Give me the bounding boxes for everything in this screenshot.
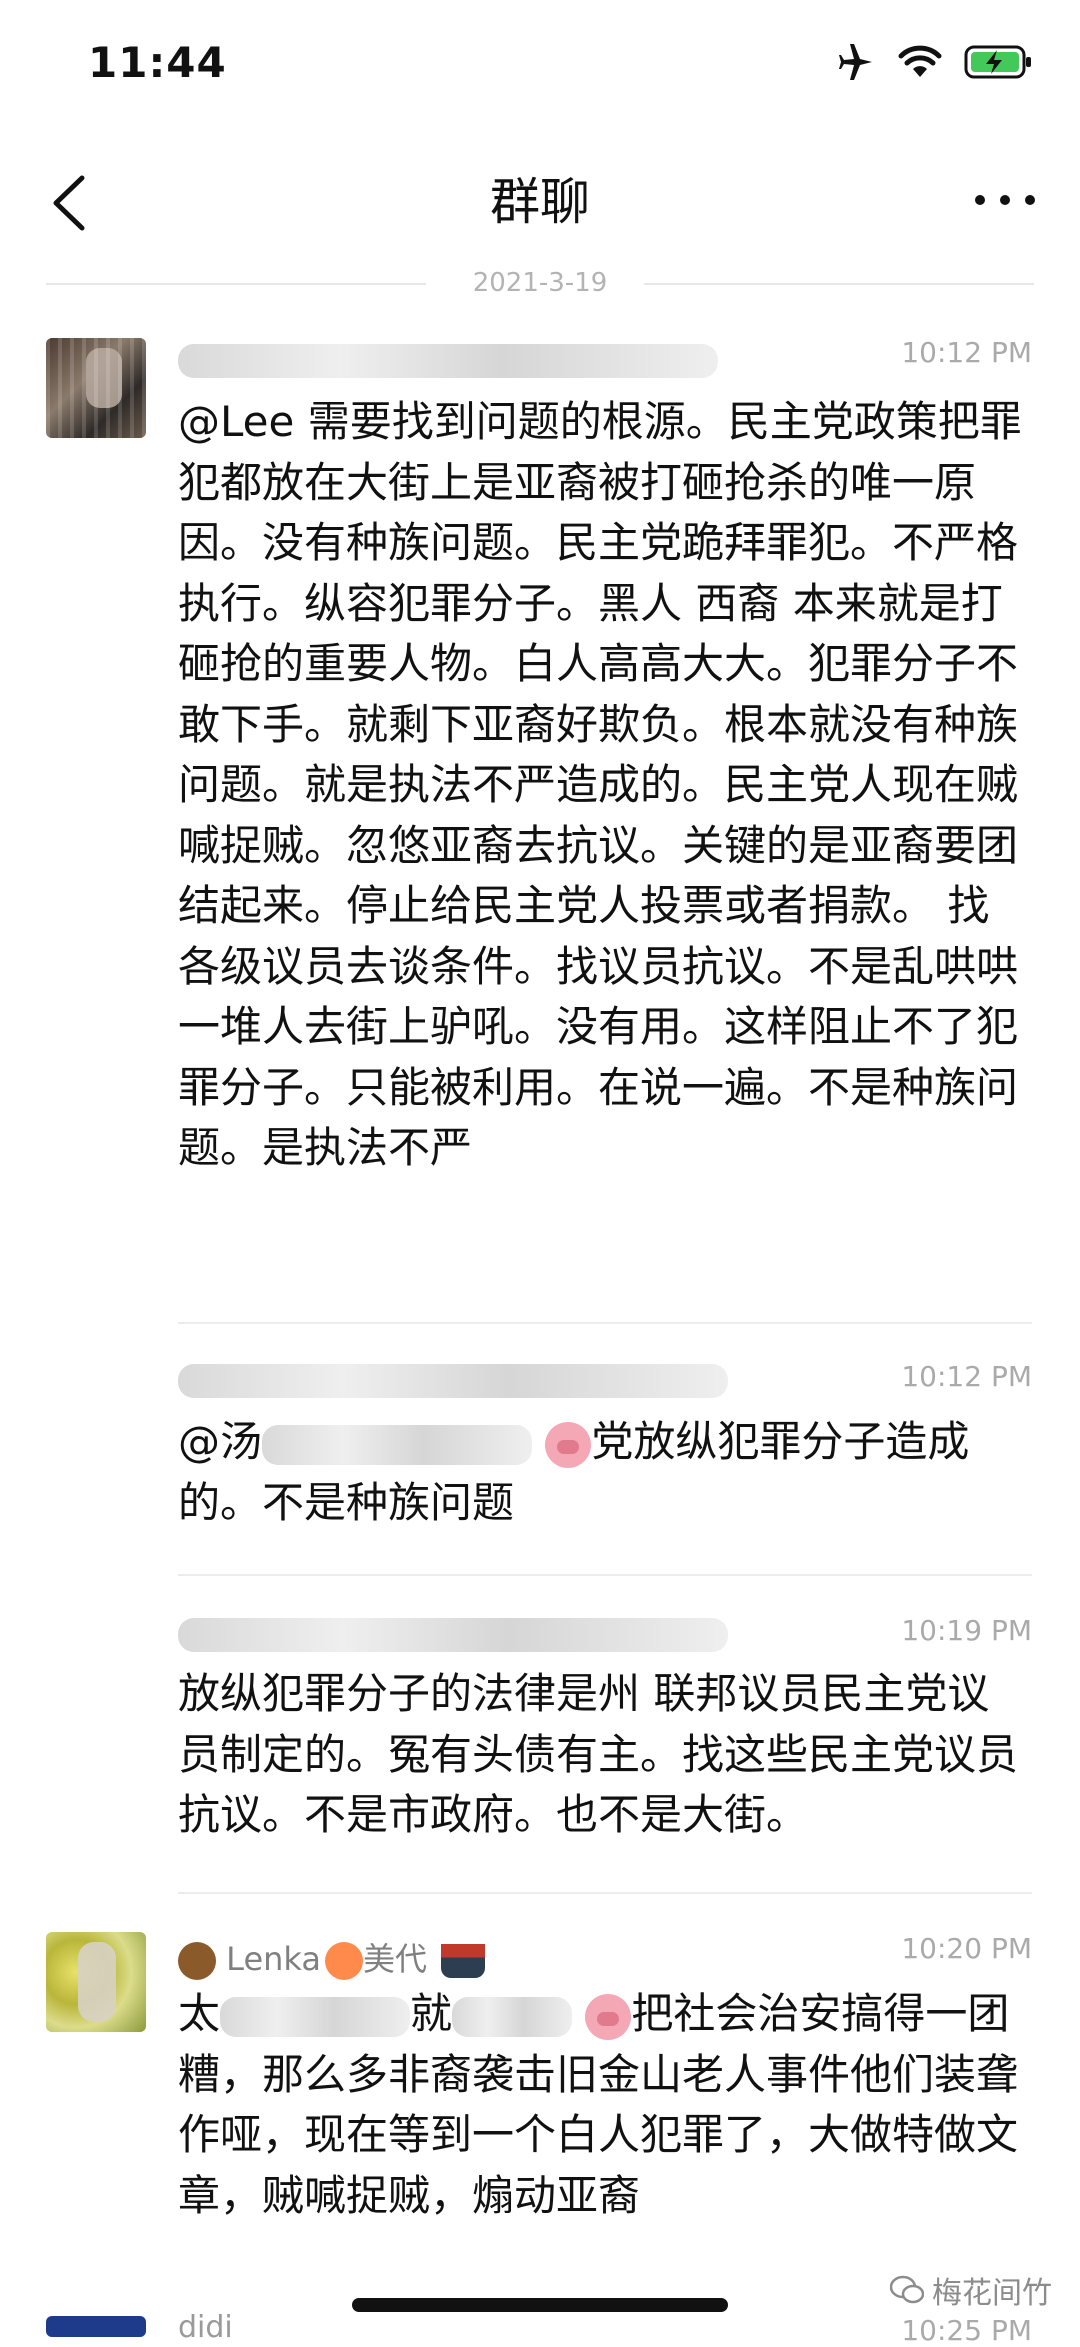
watermark: 梅花间竹 [890,2268,1052,2312]
pig-emoji-snout [597,2011,620,2026]
pig-emoji-snout [557,1439,580,1454]
avatar[interactable] [46,2316,146,2337]
message-time: 10:25 PM [901,2314,1032,2347]
sender-nickname: Lenka [226,1940,321,1978]
wechat-icon [890,2275,924,2304]
status-time: 11:44 [88,38,227,87]
sender-name: Lenka 美代 [178,1934,486,1980]
status-icons [836,44,1034,80]
sender-name: didi [178,2310,233,2345]
divider [178,1574,1032,1576]
bear-emoji-icon [178,1942,216,1980]
redacted-name [178,344,718,378]
status-bar: 11:44 [0,0,1080,140]
message-time: 10:12 PM [901,336,1032,369]
redacted-name [178,1618,728,1652]
date-separator: 2021-3-19 [46,268,1034,298]
sender-name [178,1360,728,1398]
watermark-text: 梅花间竹 [932,2276,1052,2311]
sender-name [178,1614,728,1652]
divider [178,1892,1032,1894]
divider [644,283,1034,285]
message-text[interactable]: @汤 党放纵犯罪分子造成的。不是种族问题 [178,1412,1028,1533]
home-indicator[interactable] [352,2298,728,2312]
battery-charging-icon [964,45,1031,79]
avatar[interactable] [46,1932,146,2032]
avatar-shelf [46,338,146,438]
peach-emoji-icon [324,1942,363,1980]
navigation-bar: 群聊 [0,140,1080,270]
avatar[interactable] [46,338,146,438]
redacted-text [220,1996,411,2037]
avatar-blur [78,1942,116,2022]
redacted-name [262,1424,533,1465]
message-time: 10:12 PM [901,1360,1032,1393]
message-text[interactable]: @Lee 需要找到问题的根源。民主党政策把罪犯都放在大街上是亚裔被打砸抢杀的唯一… [178,392,1028,1179]
message-time: 10:19 PM [901,1614,1032,1647]
pig-emoji-icon [545,1421,592,1468]
message-text-end: 把社会治安搞得 [631,1989,926,2038]
mention-text: @汤 [178,1417,263,1466]
sender-suffix: 美代 [362,1940,427,1978]
message-text-mid: 就 [410,1989,453,2038]
wifi-icon [898,45,942,77]
ship-emoji-icon [441,1944,486,1978]
redacted-name [178,1364,728,1398]
more-options-icon[interactable] [970,170,1040,230]
divider [178,1322,1032,1324]
sender-name [178,340,718,378]
page-title: 群聊 [490,173,590,231]
pig-emoji-icon [585,1993,632,2040]
redacted-text [452,1996,573,2037]
message-text-start: 太 [178,1989,221,2038]
message-text[interactable]: 放纵犯罪分子的法律是州 联邦议员民主党议员制定的。冤有头债有主。找这些民主党议员… [178,1664,1028,1846]
message-time: 10:20 PM [901,1932,1032,1965]
airplane-icon [839,44,872,80]
message-text[interactable]: 太就 把社会治安搞得一团糟，那么多非裔袭击旧金山老人事件他们装聋作哑，现在等到一… [178,1984,1028,2226]
